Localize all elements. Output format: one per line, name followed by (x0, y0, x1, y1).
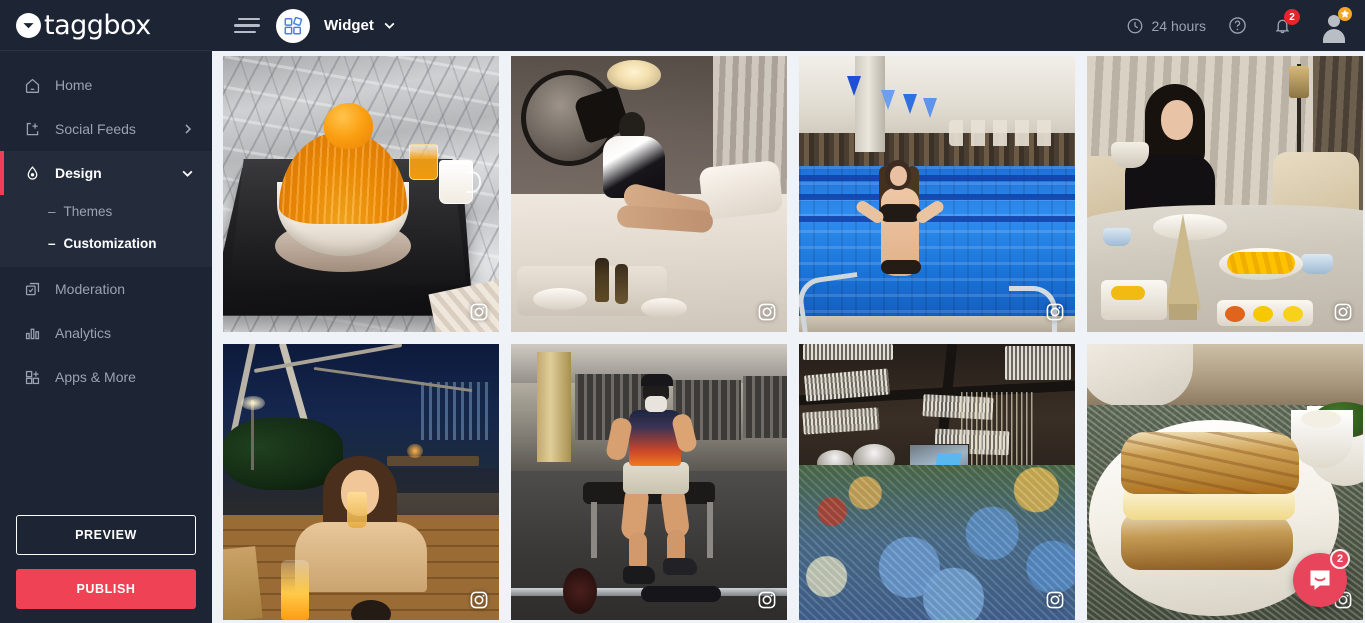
publish-button[interactable]: PUBLISH (16, 569, 196, 609)
instagram-icon (757, 302, 777, 322)
apps-grid-plus-icon (22, 367, 42, 387)
sidebar-item-analytics[interactable]: Analytics (0, 311, 212, 355)
sidebar-actions: PREVIEW PUBLISH (0, 515, 212, 623)
feed-tile[interactable] (1087, 56, 1363, 332)
dash-marker: – (48, 203, 56, 219)
instagram-icon (1045, 590, 1065, 610)
sidebar-item-label: Moderation (55, 281, 126, 297)
widget-preview-area: 2 (212, 51, 1365, 623)
feed-grid (223, 56, 1363, 620)
moderation-icon (22, 279, 42, 299)
avatar[interactable] (1318, 7, 1352, 43)
dash-marker: – (48, 235, 56, 251)
sidebar-item-home[interactable]: Home (0, 63, 212, 107)
design-subnav: – Themes – Customization (0, 195, 212, 267)
chevron-right-icon (182, 123, 194, 135)
sidebar-item-apps-and-more[interactable]: Apps & More (0, 355, 212, 399)
add-feed-icon (22, 119, 42, 139)
feed-tile[interactable] (511, 56, 787, 332)
instagram-icon (757, 590, 777, 610)
notification-count-badge: 2 (1284, 9, 1300, 25)
topbar-actions: 24 hours 2 (1126, 7, 1352, 43)
help-circle-icon[interactable] (1228, 16, 1247, 35)
sidebar-item-label: Design (55, 165, 102, 181)
sidebar-item-label: Apps & More (55, 369, 136, 385)
feed-tile[interactable] (511, 344, 787, 620)
main-area: Widget 24 hours 2 2 (212, 0, 1365, 623)
app-root: taggbox Home Social Feeds Design – Theme… (0, 0, 1365, 623)
feed-tile[interactable] (799, 56, 1075, 332)
sidebar-subitem-label: Themes (63, 203, 113, 219)
time-range-label: 24 hours (1151, 17, 1206, 34)
topbar: Widget 24 hours 2 (212, 0, 1365, 51)
sidebar-nav: Home Social Feeds Design – Themes – Cust… (0, 51, 212, 515)
instagram-icon (1333, 302, 1353, 322)
sidebar-subitem-themes[interactable]: – Themes (0, 195, 212, 227)
sidebar-item-social-feeds[interactable]: Social Feeds (0, 107, 212, 151)
brand-name: taggbox (44, 9, 151, 41)
instagram-icon (469, 590, 489, 610)
clock-icon (1126, 17, 1144, 35)
sidebar-subitem-customization[interactable]: – Customization (0, 227, 212, 259)
widget-grid-icon (276, 8, 310, 43)
sidebar-item-moderation[interactable]: Moderation (0, 267, 212, 311)
feed-tile[interactable] (799, 344, 1075, 620)
sidebar-item-label: Home (55, 77, 93, 93)
feed-tile[interactable] (223, 344, 499, 620)
intercom-unread-badge: 2 (1330, 549, 1350, 569)
instagram-icon (469, 302, 489, 322)
time-range-selector[interactable]: 24 hours (1126, 17, 1206, 35)
instagram-icon (1045, 302, 1065, 322)
chevron-down-icon (181, 167, 194, 180)
notification-bell-icon[interactable]: 2 (1273, 9, 1300, 35)
analytics-bar-icon (22, 323, 42, 343)
sidebar: taggbox Home Social Feeds Design – Theme… (0, 0, 212, 623)
intercom-chat-launcher[interactable]: 2 (1293, 549, 1350, 607)
taggbox-chat-logo-icon (16, 12, 41, 38)
sidebar-subitem-label: Customization (63, 235, 157, 251)
star-badge-icon (1338, 7, 1352, 21)
preview-button[interactable]: PREVIEW (16, 515, 196, 555)
widget-selector-label: Widget (324, 17, 374, 34)
hamburger-menu-icon[interactable] (234, 17, 260, 34)
sidebar-item-design[interactable]: Design (0, 151, 212, 195)
chevron-down-icon[interactable] (383, 19, 396, 32)
sidebar-item-label: Social Feeds (55, 121, 136, 137)
brand-logo[interactable]: taggbox (0, 0, 212, 51)
design-drop-icon (22, 163, 42, 183)
feed-tile[interactable] (223, 56, 499, 332)
home-icon (22, 75, 42, 95)
sidebar-item-label: Analytics (55, 325, 112, 341)
